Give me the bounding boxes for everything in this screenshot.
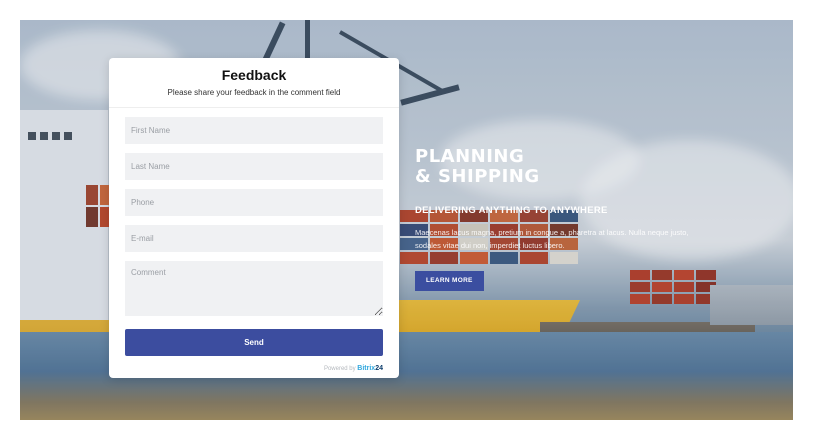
form-title: Feedback (221, 67, 287, 83)
powered-by[interactable]: Powered by Bitrix24 (324, 365, 383, 372)
first-name-field[interactable] (125, 117, 383, 144)
learn-more-button[interactable]: LEARN MORE (415, 271, 484, 291)
send-button[interactable]: Send (125, 329, 383, 356)
form-subtitle: Please share your feedback in the commen… (167, 88, 341, 97)
hero-description: Maecenas lacus magna, pretium in congue … (415, 228, 689, 250)
powered-by-label: Powered by (323, 366, 356, 372)
form-body: Send (109, 108, 399, 356)
bitrix24-logo: Bitrix24 (357, 365, 383, 372)
feedback-form: Feedback Please share your feedback in t… (109, 58, 399, 378)
form-header: Feedback Please share your feedback in t… (109, 58, 399, 108)
last-name-field[interactable] (125, 153, 383, 180)
phone-field[interactable] (125, 189, 383, 216)
hero-title: PLANNING & SHIPPING (415, 146, 540, 187)
email-field[interactable] (125, 225, 383, 252)
hero-subtitle: DELIVERING ANYTHING TO ANYWHERE (415, 205, 608, 216)
hero-text: PLANNING & SHIPPING DELIVERING ANYTHING … (415, 147, 715, 291)
comment-field[interactable] (125, 261, 383, 316)
